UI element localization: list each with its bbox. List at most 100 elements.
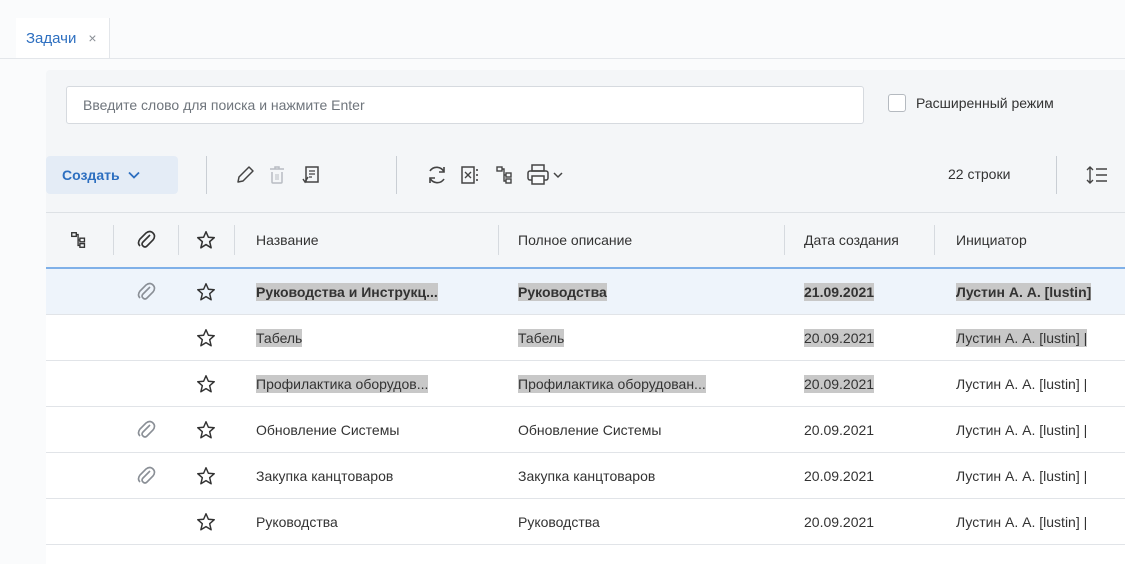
cell-initiator-text: Лустин А. А. [lustin] | [956,329,1088,347]
cell-name: Руководства [256,499,338,545]
chevron-down-icon [127,168,140,182]
search-input[interactable] [66,86,864,124]
cell-initiator-text: Лустин А. А. [lustin] | [956,468,1088,484]
cell-created-date-text: 20.09.2021 [804,329,875,347]
tab-tasks[interactable]: Задачи × [16,18,110,58]
advanced-mode-label: Расширенный режим [916,95,1054,111]
cell-description-text: Профилактика оборудован... [518,375,706,393]
cell-created-date-text: 20.09.2021 [804,514,875,530]
cell-description-text: Табель [518,329,565,347]
cell-created-date-text: 20.09.2021 [804,375,875,393]
cell-created-date-text: 21.09.2021 [804,283,875,301]
cell-initiator-text: Лустин А. А. [lustin] | [956,422,1088,438]
cell-initiator: Лустин А. А. [lustin] | [956,453,1087,499]
table-row[interactable]: Руководства Руководства 20.09.2021 Лустин А… [46,499,1125,545]
table-row[interactable]: Обновление Системы Обновление Системы 20.0… [46,407,1125,453]
cell-created-date: 20.09.2021 [804,499,874,545]
column-divider [934,225,935,255]
print-icon[interactable] [524,162,568,188]
cell-created-date-text: 20.09.2021 [804,468,875,484]
cell-initiator: Лустин А. А. [lustin] | [956,407,1087,453]
cell-description-text: Обновление Системы [518,422,662,438]
column-name[interactable]: Название [256,213,496,267]
star-icon[interactable] [179,361,233,407]
cell-created-date: 20.09.2021 [804,315,875,361]
tasks-table: Название Полное описание Дата создания И… [46,212,1125,565]
cell-name: Руководства и Инструкц... [256,269,438,315]
cell-name: Закупка канцтоваров [256,453,393,499]
toolbar-divider [396,156,397,194]
star-icon [196,230,216,249]
attachment-icon [137,230,156,248]
cell-description: Табель [518,315,565,361]
delete-icon [264,162,290,188]
cell-initiator-text: Лустин А. А. [lustin] | [956,376,1088,392]
cell-name-text: Табель [256,329,303,347]
cell-initiator: Лустин А. А. [lustin] | [956,499,1087,545]
cell-name-text: Руководства и Инструкц... [256,283,438,301]
tab-tasks-label: Задачи [26,29,77,47]
table-header: Название Полное описание Дата создания И… [46,213,1125,269]
cell-name: Табель [256,315,303,361]
cell-name: Профилактика оборудов... [256,361,429,407]
star-icon[interactable] [179,407,233,453]
table-row[interactable]: Табель Табель 20.09.2021 Лустин А. А. [lust… [46,315,1125,361]
attachment-icon[interactable] [114,453,178,499]
column-divider [234,225,235,255]
tab-close-icon[interactable]: × [88,30,96,46]
cell-description-text: Руководства [518,283,607,301]
cell-description: Закупка канцтоваров [518,453,655,499]
toolbar-divider [1056,156,1057,194]
cell-description: Профилактика оборудован... [518,361,706,407]
toolbar-divider [206,156,207,194]
refresh-icon[interactable] [424,162,450,188]
cell-initiator: Лустин А. А. [lustin] [956,269,1092,315]
cell-created-date: 21.09.2021 [804,269,875,315]
edit-icon[interactable] [232,162,258,188]
column-description[interactable]: Полное описание [518,213,778,267]
cell-initiator-text: Лустин А. А. [lustin] | [956,514,1088,530]
cell-created-date: 20.09.2021 [804,407,874,453]
tab-bar: Задачи × [0,18,1125,59]
star-icon[interactable] [179,315,233,361]
rows-count: 22 строки [948,166,1011,182]
column-created-date[interactable]: Дата создания [804,213,930,267]
star-icon[interactable] [179,269,233,315]
column-favorite[interactable] [179,213,233,267]
cell-initiator: Лустин А. А. [lustin] | [956,361,1087,407]
hierarchy-icon [71,232,86,248]
approve-doc-icon[interactable] [298,162,324,188]
hierarchy-icon[interactable] [492,162,518,188]
cell-description-text: Закупка канцтоваров [518,468,656,484]
column-divider [784,225,785,255]
cell-name: Обновление Системы [256,407,399,453]
column-attachment[interactable] [114,213,178,267]
column-divider [498,225,499,255]
cell-description: Обновление Системы [518,407,661,453]
cell-created-date-text: 20.09.2021 [804,422,875,438]
cell-description-text: Руководства [518,514,600,530]
cell-name-text: Обновление Системы [256,422,400,438]
table-row[interactable]: Закупка канцтоваров Закупка канцтоваров 20… [46,453,1125,499]
cell-description: Руководства [518,269,607,315]
advanced-mode-checkbox[interactable] [888,94,906,112]
advanced-mode-toggle[interactable]: Расширенный режим [888,94,1054,112]
cell-name-text: Профилактика оборудов... [256,375,429,393]
cell-initiator-text: Лустин А. А. [lustin] [956,283,1092,301]
column-hierarchy[interactable] [46,213,112,267]
star-icon[interactable] [179,453,233,499]
table-row[interactable]: Профилактика оборудов... Профилактика обо… [46,361,1125,407]
excel-export-icon[interactable] [458,162,484,188]
row-height-icon[interactable] [1084,162,1110,188]
attachment-icon[interactable] [114,269,178,315]
star-icon[interactable] [179,499,233,545]
cell-initiator: Лустин А. А. [lustin] | [956,315,1088,361]
cell-name-text: Закупка канцтоваров [256,468,394,484]
cell-created-date: 20.09.2021 [804,453,874,499]
table-row[interactable]: Руководства и Инструкц... Руководства 21.0… [46,269,1125,315]
app-window: Задачи × Расширенный режим Создать 22 [0,0,1125,565]
attachment-icon[interactable] [114,407,178,453]
column-initiator[interactable]: Инициатор [956,213,1125,267]
create-button[interactable]: Создать [46,156,178,194]
create-button-label: Создать [62,167,120,183]
